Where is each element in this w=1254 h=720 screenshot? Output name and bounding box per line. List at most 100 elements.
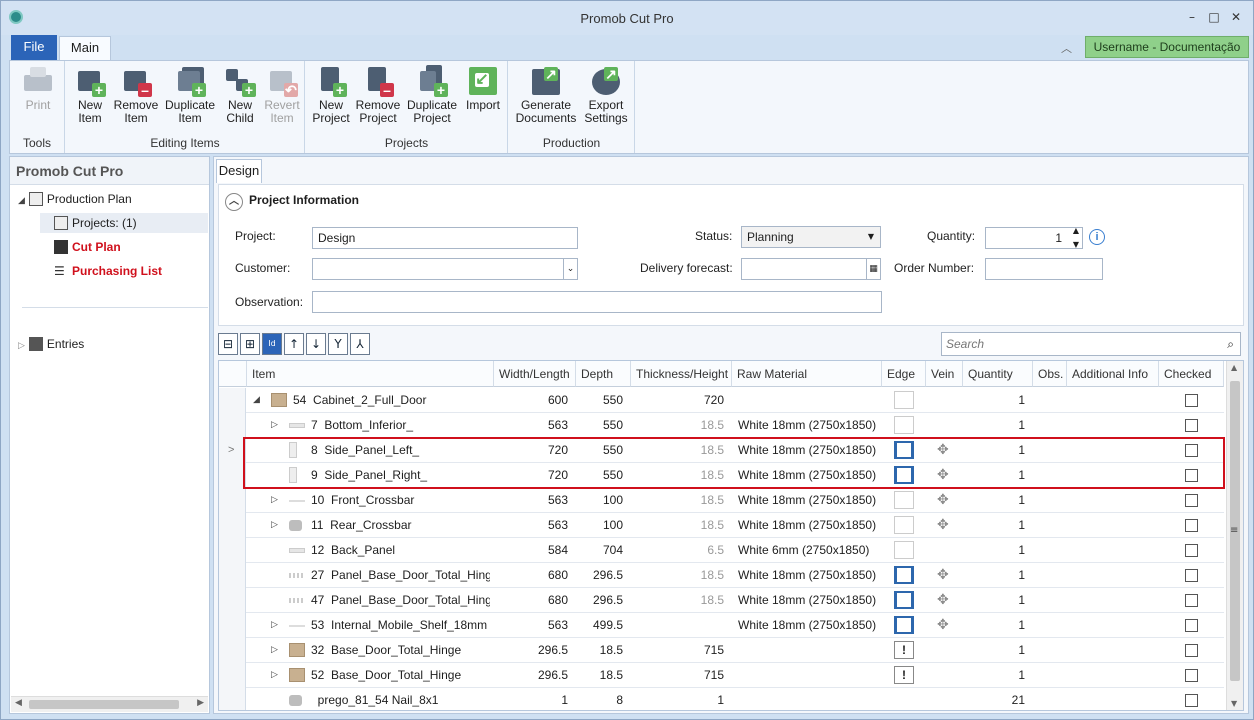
edge-icon[interactable] [894,491,914,509]
customer-field[interactable]: ⌄ [312,258,578,280]
sidebar-horizontal-scrollbar[interactable]: ◀ ▶ [11,696,208,712]
edge-warning-icon[interactable]: ! [894,641,914,659]
collapse-all-icon[interactable]: ⊟ [218,333,238,355]
tree-collapsed-icon[interactable]: ▷ [18,341,25,351]
column-header-thickness[interactable]: Thickness/Height [631,361,732,387]
edge-icon[interactable] [894,516,914,534]
user-button[interactable]: Username - Documentação [1085,36,1249,58]
main-tab[interactable]: Main [59,36,111,60]
calendar-icon[interactable]: ▦ [866,259,880,279]
edge-icon[interactable] [894,566,914,584]
import-button[interactable]: ↙ Import [462,65,504,112]
edge-icon[interactable] [894,391,914,409]
row-selector[interactable] [219,488,246,513]
checked-checkbox[interactable] [1185,444,1198,457]
checked-checkbox[interactable] [1185,669,1198,682]
table-row[interactable]: 12 Back_Panel 584 704 6.5 White 6mm (2750x18… [219,538,1224,563]
checked-checkbox[interactable] [1185,594,1198,607]
grid-vertical-scrollbar[interactable]: ▲ ≡ ▼ [1226,361,1243,710]
order-number-field[interactable] [985,258,1103,280]
row-selector[interactable]: > [219,438,246,463]
row-selector[interactable] [219,588,246,613]
column-header-width[interactable]: Width/Length [494,361,576,387]
vein-icon[interactable]: ✥ [937,563,949,588]
checked-checkbox[interactable] [1185,519,1198,532]
remove-item-button[interactable]: – Remove Item [112,65,160,125]
tree-collapsed-icon[interactable]: ▷ [271,638,278,663]
revert-item-button[interactable]: ↶ Revert Item [262,65,302,125]
tree-collapsed-icon[interactable]: ▷ [271,663,278,688]
checked-checkbox[interactable] [1185,644,1198,657]
search-icon[interactable]: ⌕ [1227,333,1234,355]
checked-checkbox[interactable] [1185,394,1198,407]
vein-icon[interactable]: ✥ [937,588,949,613]
scroll-thumb[interactable] [29,700,179,709]
scroll-left-icon[interactable]: ◀ [15,698,22,708]
quantity-stepper[interactable]: 1 ▲ ▼ [985,226,1083,249]
row-selector[interactable] [219,538,246,563]
edge-icon[interactable] [894,541,914,559]
vein-icon[interactable]: ✥ [937,488,949,513]
expand-all-icon[interactable]: ⊞ [240,333,260,355]
table-row[interactable]: 27 Panel_Base_Door_Total_Hinge_ 680 296.5 1… [219,563,1224,588]
sidebar-item-entries[interactable]: ▷ Entries [18,334,84,354]
print-button[interactable]: Print [18,65,58,112]
new-project-button[interactable]: + New Project [310,65,352,125]
chevron-double-down-icon[interactable]: ⌄ [563,259,577,279]
vein-icon[interactable]: ✥ [937,613,949,638]
row-selector[interactable] [219,663,246,688]
column-header-checked[interactable]: Checked [1159,361,1224,387]
edge-icon[interactable] [894,441,914,459]
table-row[interactable]: >8 Side_Panel_Left_ 720 550 18.5 White 18mm … [219,438,1224,463]
checked-checkbox[interactable] [1185,694,1198,707]
duplicate-item-button[interactable]: + Duplicate Item [162,65,218,125]
edge-icon[interactable] [894,416,914,434]
row-selector[interactable] [219,463,246,488]
id-toggle-icon[interactable]: Id [262,333,282,355]
column-header-edge[interactable]: Edge [882,361,926,387]
scroll-down-icon[interactable]: ▼ [1231,699,1237,708]
tree-collapsed-icon[interactable]: ▷ [271,613,278,638]
column-header-raw-material[interactable]: Raw Material [732,361,882,387]
new-item-button[interactable]: + New Item [70,65,110,125]
tab-design[interactable]: Design [216,159,262,183]
split-icon[interactable]: ⅄ [350,333,370,355]
edge-warning-icon[interactable]: ! [894,666,914,684]
table-row[interactable]: ▷ 7 Bottom_Inferior_ 563 550 18.5 White 18mm … [219,413,1224,438]
table-row[interactable]: ◢ 54 Cabinet_2_Full_Door 600 550 720 1 [219,388,1224,413]
table-row[interactable]: ▷ 53 Internal_Mobile_Shelf_18mm 563 499.5 Wh… [219,613,1224,638]
minimize-icon[interactable]: – [1185,11,1199,23]
observation-field[interactable] [312,291,882,313]
row-selector[interactable] [219,563,246,588]
table-row[interactable]: 9 Side_Panel_Right_ 720 550 18.5 White 18mm … [219,463,1224,488]
collapse-ribbon-icon[interactable]: ︿ [1061,40,1072,56]
row-selector[interactable] [219,638,246,663]
scroll-right-icon[interactable]: ▶ [197,698,204,708]
new-child-button[interactable]: + New Child [220,65,260,125]
move-up-icon[interactable]: ↑ [284,333,304,355]
sidebar-item-cut-plan[interactable]: Cut Plan [54,237,121,257]
checked-checkbox[interactable] [1185,469,1198,482]
merge-icon[interactable]: Y [328,333,348,355]
column-header-additional-info[interactable]: Additional Info [1067,361,1159,387]
sidebar-item-projects[interactable]: Projects: (1) [40,213,208,233]
scroll-up-icon[interactable]: ▲ [1231,363,1237,372]
column-header-item[interactable]: Item [247,361,494,387]
table-row[interactable]: ▷ 11 Rear_Crossbar 563 100 18.5 White 18mm (2… [219,513,1224,538]
file-tab[interactable]: File [11,35,57,60]
checked-checkbox[interactable] [1185,419,1198,432]
info-icon[interactable]: i [1089,229,1105,245]
maximize-icon[interactable]: □ [1207,11,1221,23]
table-row[interactable]: prego_81_54 Nail_8x1 1 8 1 21 [219,688,1224,710]
column-header-quantity[interactable]: Quantity [963,361,1033,387]
project-field[interactable]: Design [312,227,578,249]
edge-icon[interactable] [894,466,914,484]
table-row[interactable]: ▷ 10 Front_Crossbar 563 100 18.5 White 18mm (… [219,488,1224,513]
row-selector[interactable] [219,613,246,638]
checked-checkbox[interactable] [1185,619,1198,632]
edge-icon[interactable] [894,616,914,634]
sidebar-item-purchasing-list[interactable]: ☰ Purchasing List [54,261,162,281]
checked-checkbox[interactable] [1185,494,1198,507]
close-icon[interactable]: ✕ [1229,11,1243,23]
row-selector[interactable] [219,513,246,538]
